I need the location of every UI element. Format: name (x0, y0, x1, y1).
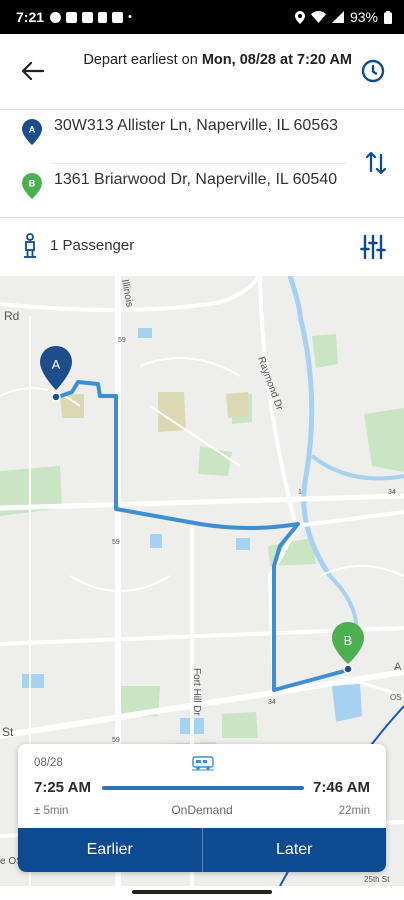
gesture-bar (0, 886, 404, 900)
map-label-1: 1 (298, 489, 302, 496)
status-bar: 7:21 • 93% (0, 0, 404, 34)
later-button[interactable]: Later (201, 828, 387, 872)
person-icon (24, 233, 36, 258)
trip-header: Depart earliest on Mon, 08/28 at 7:20 AM (0, 34, 404, 110)
destination-field[interactable]: B 1361 Briarwood Dr, Naperville, IL 6054… (22, 169, 342, 199)
trip-duration: 22min (338, 805, 370, 817)
origin-pin-icon: A (22, 119, 42, 145)
map-label-34-bot: 34 (268, 699, 276, 706)
wifi-icon (310, 11, 326, 23)
destination-pin-letter: B (29, 179, 36, 189)
trip-route (57, 380, 349, 692)
back-button[interactable] (18, 56, 48, 86)
map-label-os-right: OS (390, 693, 402, 702)
more-notifications-icon: • (128, 11, 132, 23)
clock-icon[interactable] (360, 58, 386, 84)
card-actions: Earlier Later (18, 828, 386, 872)
notification-icons: • (50, 11, 132, 23)
origin-field[interactable]: A 30W313 Allister Ln, Naperville, IL 605… (22, 115, 342, 145)
filter-settings-icon[interactable] (360, 234, 386, 260)
chat-icon (50, 11, 62, 23)
depart-datetime: Mon, 08/28 at 7:20 AM (201, 52, 352, 68)
news-icon (112, 11, 124, 23)
arrow-left-icon (22, 62, 44, 80)
location-icon (294, 10, 305, 24)
wifi-call-icon (98, 11, 108, 23)
trip-duration-bar (102, 786, 304, 790)
origin-marker-letter: A (52, 357, 61, 372)
origin-address: 30W313 Allister Ln, Naperville, IL 60563 (54, 117, 339, 134)
trip-date: 08/28 (34, 757, 63, 769)
battery-icon (384, 10, 392, 24)
passengers-row[interactable]: 1 Passenger (0, 218, 404, 276)
status-time: 7:21 (16, 9, 45, 25)
swap-locations-icon[interactable] (364, 150, 388, 176)
depart-time-button[interactable]: Depart earliest on Mon, 08/28 at 7:20 AM (64, 50, 352, 71)
map-label-34-right: 34 (388, 489, 396, 496)
map-label-59-bot: 59 (112, 737, 120, 744)
shuttle-icon (192, 756, 214, 771)
water-areas (22, 276, 404, 808)
home-indicator[interactable] (132, 890, 272, 894)
destination-address: 1361 Briarwood Dr, Naperville, IL 60540 (54, 171, 338, 188)
map-label-59-top: 59 (118, 337, 126, 344)
arrival-time: 7:46 AM (313, 779, 370, 796)
departure-time: 7:25 AM (34, 779, 91, 796)
trip-locations: A 30W313 Allister Ln, Naperville, IL 605… (0, 110, 404, 218)
mail-icon (66, 11, 78, 23)
battery-percent: 93% (349, 9, 378, 25)
location-divider (52, 163, 346, 164)
depart-prefix: Depart earliest on (83, 52, 202, 68)
map-label-a: A (394, 661, 402, 673)
sand-areas (60, 392, 248, 432)
map-label-rd: Rd (4, 309, 19, 323)
earlier-button[interactable]: Earlier (18, 828, 202, 872)
trip-option-card[interactable]: 08/28 7:25 AM 7:46 AM ± 5min OnDemand 22… (18, 744, 386, 872)
map-label-illinois: Illinois (119, 279, 135, 308)
destination-map-marker[interactable]: B (332, 622, 364, 674)
destination-marker-letter: B (344, 633, 353, 648)
map-label-25th: 25th St (364, 875, 390, 884)
image-icon (82, 11, 94, 23)
destination-pin-icon: B (22, 173, 42, 199)
origin-pin-letter: A (29, 125, 36, 135)
passenger-count: 1 Passenger (50, 237, 135, 254)
map-label-59-mid: 59 (112, 539, 120, 546)
map-label-st: St (2, 725, 14, 739)
signal-icon (331, 11, 344, 23)
trip-mode: OnDemand (171, 803, 233, 817)
map-label-fort-hill: Fort Hill Dr (191, 668, 202, 716)
